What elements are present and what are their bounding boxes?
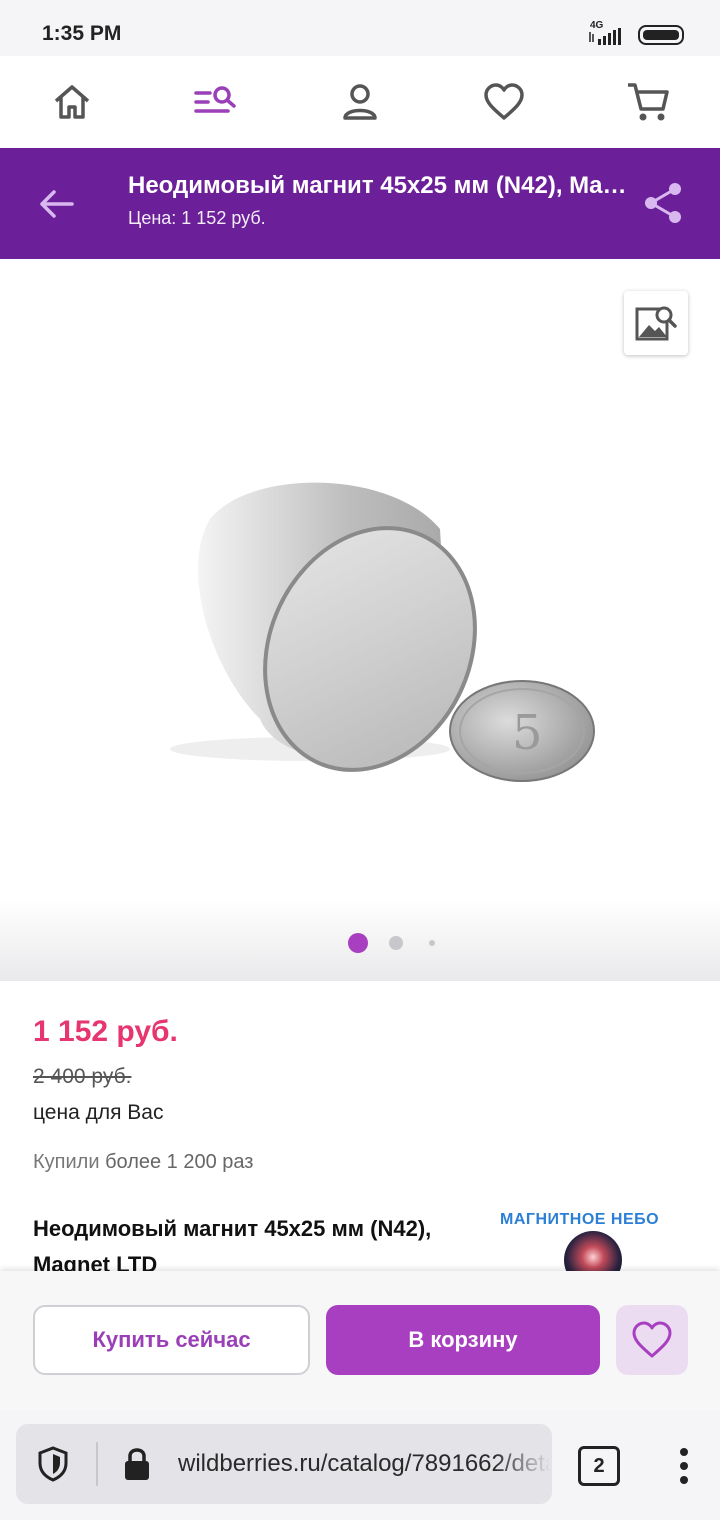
back-arrow-icon[interactable] <box>34 184 78 224</box>
status-bar: 1:35 PM 4G <box>0 0 720 56</box>
price-note: цена для Вас <box>33 1101 164 1124</box>
profile-icon[interactable] <box>338 80 382 124</box>
tabs-count-button[interactable]: 2 <box>578 1446 620 1486</box>
favorites-heart-icon[interactable] <box>482 80 526 124</box>
price-current: 1 152 руб. <box>33 1015 178 1048</box>
status-time: 1:35 PM <box>42 22 122 45</box>
catalog-search-icon[interactable] <box>194 80 238 124</box>
lock-icon <box>125 1448 149 1480</box>
image-zoom-button[interactable] <box>624 291 688 355</box>
product-info: 1 152 руб. 2 400 руб. цена для Вас Купил… <box>0 981 720 1277</box>
browser-bar: wildberries.ru/catalog/7891662/detail.as… <box>0 1410 720 1520</box>
buy-now-button[interactable]: Купить сейчас <box>33 1305 310 1375</box>
gallery-dot[interactable] <box>429 940 435 946</box>
add-to-favorites-button[interactable] <box>616 1305 688 1375</box>
brand-name: МАГНИТНОЕ НЕБО <box>500 1211 660 1228</box>
product-image: 5 <box>170 482 595 782</box>
heart-icon <box>632 1321 672 1358</box>
product-gallery[interactable]: 5 <box>0 259 720 981</box>
product-header: Неодимовый магнит 45x25 мм (N42), Magnet… <box>0 148 720 259</box>
app-nav <box>0 56 720 148</box>
home-icon[interactable] <box>50 80 94 124</box>
action-bar: Купить сейчас В корзину <box>0 1271 720 1410</box>
page-title: Неодимовый магнит 45x25 мм (N42), Magnet… <box>128 172 640 199</box>
brand-emblem-icon <box>564 1231 622 1271</box>
shield-icon[interactable] <box>38 1446 68 1482</box>
share-icon[interactable] <box>640 180 688 226</box>
url-text[interactable]: wildberries.ru/catalog/7891662/detail.as… <box>178 1450 550 1478</box>
add-to-cart-button[interactable]: В корзину <box>326 1305 600 1375</box>
header-price: Цена: 1 152 руб. <box>128 208 266 228</box>
gallery-dot[interactable] <box>389 936 403 950</box>
more-menu-icon[interactable] <box>672 1446 696 1486</box>
signal-icon: 4G <box>586 20 628 46</box>
purchase-count: Купили более 1 200 раз <box>33 1151 254 1173</box>
gallery-pagination <box>348 931 448 955</box>
price-old: 2 400 руб. <box>33 1065 132 1088</box>
cart-icon[interactable] <box>626 80 670 124</box>
svg-text:5: 5 <box>512 705 543 761</box>
battery-icon <box>638 25 684 45</box>
address-bar[interactable]: wildberries.ru/catalog/7891662/detail.as… <box>16 1424 552 1504</box>
brand-logo[interactable]: МАГНИТНОЕ НЕБО <box>500 1211 690 1271</box>
gallery-dot-active[interactable] <box>348 933 368 953</box>
